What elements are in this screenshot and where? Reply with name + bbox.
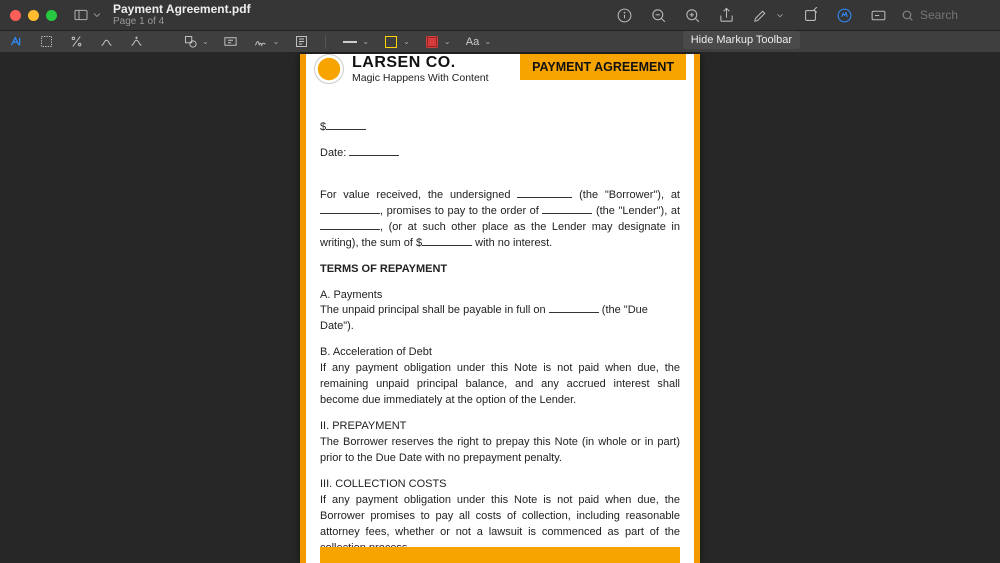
border-color-icon[interactable] bbox=[383, 34, 399, 50]
section-ii: II. PREPAYMENT The Borrower reserves the… bbox=[320, 419, 680, 467]
company-logo bbox=[314, 54, 344, 84]
form-fill-icon[interactable] bbox=[869, 6, 887, 24]
company-name: LARSEN CO. bbox=[352, 54, 489, 72]
sketch-tool-icon[interactable] bbox=[128, 34, 144, 50]
pdf-page: LARSEN CO. Magic Happens With Content PA… bbox=[300, 54, 700, 563]
sidebar-toggle-icon[interactable] bbox=[71, 5, 91, 25]
window-minimize[interactable] bbox=[28, 10, 39, 21]
section-iii: III. COLLECTION COSTS If any payment obl… bbox=[320, 477, 680, 557]
draw-tool-icon[interactable] bbox=[98, 34, 114, 50]
selection-tool-icon[interactable] bbox=[38, 34, 54, 50]
markup-toggle-icon[interactable] bbox=[835, 6, 853, 24]
zoom-out-icon[interactable] bbox=[649, 6, 667, 24]
info-icon[interactable] bbox=[615, 6, 633, 24]
share-icon[interactable] bbox=[717, 6, 735, 24]
zoom-in-icon[interactable] bbox=[683, 6, 701, 24]
page-border-left bbox=[300, 54, 306, 563]
page-indicator: Page 1 of 4 bbox=[113, 16, 251, 27]
window-zoom[interactable] bbox=[46, 10, 57, 21]
instant-alpha-icon[interactable] bbox=[68, 34, 84, 50]
shapes-tool-icon[interactable] bbox=[182, 34, 198, 50]
amount-line: $ bbox=[320, 120, 680, 136]
intro-paragraph: For value received, the undersigned (the… bbox=[320, 188, 680, 252]
document-viewport[interactable]: LARSEN CO. Magic Happens With Content PA… bbox=[0, 52, 1000, 563]
search-icon bbox=[901, 9, 914, 22]
document-title: Payment Agreement.pdf bbox=[113, 3, 251, 16]
highlight-icon[interactable] bbox=[751, 6, 769, 24]
shapes-menu-chevron[interactable]: ⌄ bbox=[202, 37, 209, 46]
highlight-menu-chevron-icon[interactable] bbox=[775, 6, 785, 24]
terms-heading: TERMS OF REPAYMENT bbox=[320, 262, 680, 278]
company-tagline: Magic Happens With Content bbox=[352, 72, 489, 84]
document-type-ribbon: PAYMENT AGREEMENT bbox=[520, 54, 686, 80]
text-style-icon[interactable]: Aa bbox=[465, 34, 481, 50]
section-b: B. Acceleration of Debt If any payment o… bbox=[320, 345, 680, 409]
fill-color-icon[interactable] bbox=[424, 34, 440, 50]
section-a: A. Payments The unpaid principal shall b… bbox=[320, 288, 680, 336]
note-tool-icon[interactable] bbox=[293, 34, 309, 50]
fill-color-chevron[interactable]: ⌄ bbox=[444, 37, 451, 46]
rotate-icon[interactable] bbox=[801, 6, 819, 24]
tooltip-hide-markup: Hide Markup Toolbar bbox=[683, 31, 800, 49]
date-line: Date: bbox=[320, 146, 680, 162]
titlebar: Payment Agreement.pdf Page 1 of 4 bbox=[0, 0, 1000, 30]
search-input[interactable] bbox=[920, 8, 990, 22]
text-style-chevron[interactable]: ⌄ bbox=[485, 37, 492, 46]
sign-tool-icon[interactable] bbox=[253, 34, 269, 50]
search-field[interactable] bbox=[901, 8, 990, 22]
sign-menu-chevron[interactable]: ⌄ bbox=[273, 37, 280, 46]
stroke-menu-chevron[interactable]: ⌄ bbox=[362, 37, 369, 46]
text-tool-icon[interactable] bbox=[8, 34, 24, 50]
text-box-tool-icon[interactable] bbox=[223, 34, 239, 50]
border-color-chevron[interactable]: ⌄ bbox=[403, 37, 410, 46]
view-menu-chevron-icon[interactable] bbox=[91, 5, 103, 25]
stroke-style-icon[interactable] bbox=[342, 34, 358, 50]
window-close[interactable] bbox=[10, 10, 21, 21]
markup-toolbar: ⌄ ⌄ ⌄ ⌄ ⌄ Aa ⌄ bbox=[0, 30, 1000, 52]
page-footer-bar bbox=[320, 547, 680, 563]
page-border-right bbox=[694, 54, 700, 563]
